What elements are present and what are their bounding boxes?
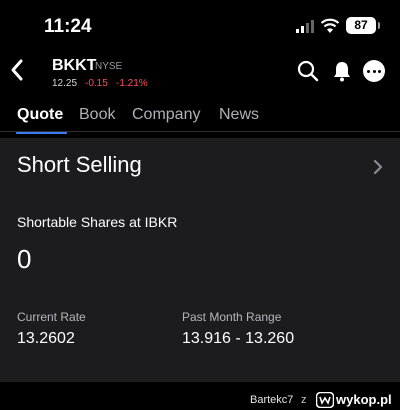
site-logo: wykop.pl bbox=[336, 392, 392, 407]
price-change: -0.15 bbox=[85, 78, 108, 89]
more-options-icon[interactable] bbox=[363, 60, 385, 82]
wifi-icon bbox=[320, 18, 340, 33]
exchange-label: NYSE bbox=[95, 61, 123, 72]
status-time: 11:24 bbox=[44, 16, 92, 37]
battery-indicator: 87 bbox=[346, 17, 380, 34]
shortable-shares-value: 0 bbox=[17, 244, 32, 274]
watermark-footer: Bartekc7 z wykop.pl bbox=[0, 384, 400, 410]
current-rate-label: Current Rate bbox=[17, 310, 86, 324]
bell-icon[interactable] bbox=[331, 60, 353, 82]
ticker-symbol: BKKT bbox=[52, 57, 97, 74]
past-month-range-label: Past Month Range bbox=[182, 310, 282, 324]
status-bar: 11:24 87 bbox=[0, 0, 400, 50]
short-selling-card[interactable]: Short Selling Shortable Shares at IBKR 0… bbox=[0, 138, 400, 382]
chevron-right-icon bbox=[373, 159, 383, 175]
tab-divider bbox=[0, 131, 400, 132]
stock-header: BKKT NYSE 12.25 -0.15 -1.21% bbox=[0, 50, 400, 100]
author-separator: z bbox=[301, 394, 307, 406]
last-price: 12.25 bbox=[52, 78, 78, 89]
tab-book[interactable]: Book bbox=[79, 106, 115, 124]
shortable-shares-label: Shortable Shares at IBKR bbox=[17, 214, 178, 230]
current-rate-value: 13.2602 bbox=[17, 330, 75, 347]
section-title: Short Selling bbox=[17, 152, 142, 177]
wykop-logo-icon bbox=[316, 392, 334, 408]
cellular-signal-icon bbox=[296, 20, 314, 33]
price-change-percent: -1.21% bbox=[116, 78, 148, 89]
tab-news[interactable]: News bbox=[219, 106, 259, 124]
past-month-range-value: 13.916 - 13.260 bbox=[182, 330, 295, 347]
search-icon[interactable] bbox=[297, 60, 319, 82]
tab-company[interactable]: Company bbox=[132, 106, 200, 124]
tab-quote[interactable]: Quote bbox=[17, 106, 63, 124]
back-arrow-icon[interactable] bbox=[6, 56, 28, 84]
author-name: Bartekc7 bbox=[250, 394, 294, 406]
